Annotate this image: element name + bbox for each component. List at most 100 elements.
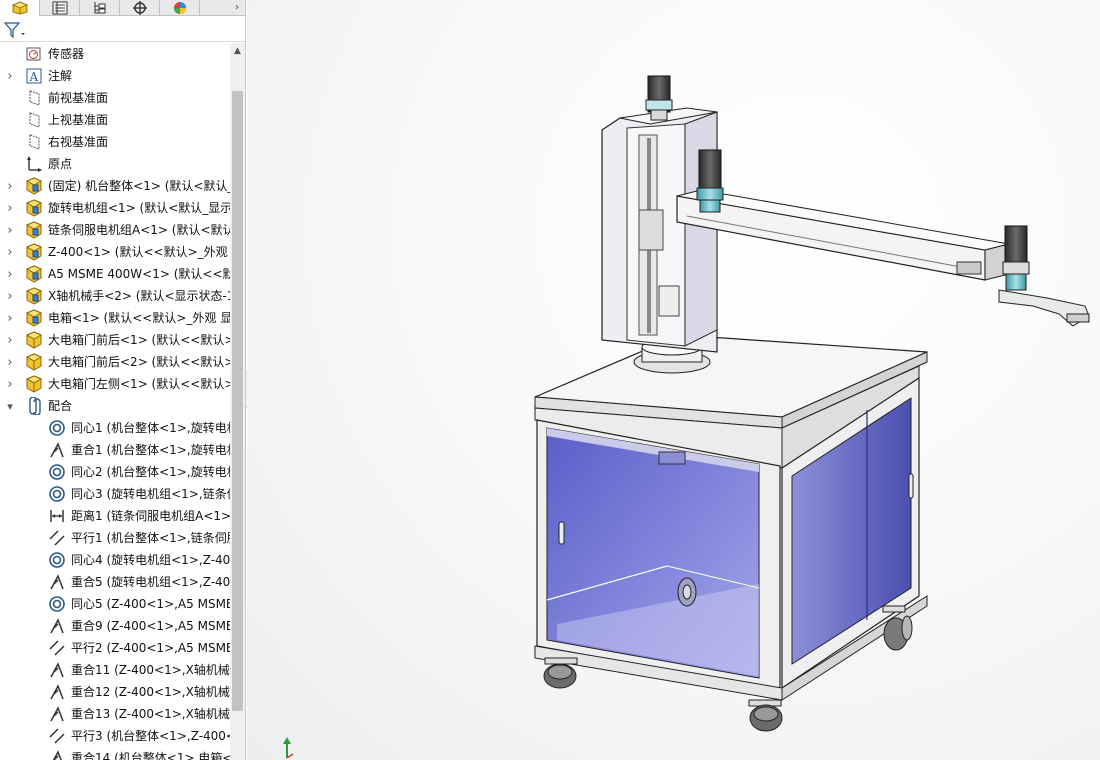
- expand-arrow-icon[interactable]: ›: [5, 219, 15, 241]
- expand-arrow-icon[interactable]: ›: [5, 241, 15, 263]
- mate-label: 同心2 (机台整体<1>,旋转电机: [71, 465, 230, 479]
- tree-item[interactable]: 传感器: [0, 43, 230, 65]
- tab-display-manager[interactable]: [160, 0, 200, 16]
- expand-arrow-icon[interactable]: ›: [5, 285, 15, 307]
- sensor-icon: [25, 45, 43, 63]
- mate-label: 重合11 (Z-400<1>,X轴机械手: [71, 663, 230, 677]
- tree-item[interactable]: › Z-400<1> (默认<<默认>_外观 显: [0, 241, 230, 263]
- expand-arrow-icon[interactable]: ›: [5, 65, 15, 87]
- tree-item-label: 传感器: [48, 47, 85, 61]
- feature-manager-panel: › 传感器 › A 注解 前视基准面 上视基准面 右视基准面原点 › (固定) 机台整体<1> …: [0, 0, 246, 760]
- tab-feature-manager[interactable]: [0, 0, 40, 16]
- mate-item[interactable]: 同心2 (机台整体<1>,旋转电机: [0, 461, 230, 483]
- tree-item-label: (固定) 机台整体<1> (默认<默认_显: [48, 179, 230, 193]
- mate-item[interactable]: 重合14 (机台整体<1>,电箱<1: [0, 747, 230, 760]
- mate-label: 同心5 (Z-400<1>,A5 MSME: [71, 597, 230, 611]
- mate-label: 重合13 (Z-400<1>,X轴机械手: [71, 707, 230, 721]
- tree-item[interactable]: 前视基准面: [0, 87, 230, 109]
- mate-item[interactable]: 同心1 (机台整体<1>,旋转电机: [0, 417, 230, 439]
- tab-property-manager[interactable]: [40, 0, 80, 16]
- tree-scrollbar[interactable]: ▲: [230, 43, 245, 760]
- mate-label: 同心1 (机台整体<1>,旋转电机: [71, 421, 230, 435]
- tab-configuration-manager[interactable]: [80, 0, 120, 16]
- assembly-icon: [25, 265, 43, 283]
- mate-item[interactable]: 距离1 (链条伺服电机组A<1>,: [0, 505, 230, 527]
- tree-item[interactable]: › 链条伺服电机组A<1> (默认<默认_: [0, 219, 230, 241]
- assembly-icon: [25, 309, 43, 327]
- tree-item-label: Z-400<1> (默认<<默认>_外观 显: [48, 245, 230, 259]
- concentric-mate-icon: [48, 463, 66, 481]
- tree-item[interactable]: › A 注解: [0, 65, 230, 87]
- mate-item[interactable]: 同心4 (旋转电机组<1>,Z-400: [0, 549, 230, 571]
- expand-arrow-icon[interactable]: ›: [5, 197, 15, 219]
- tree-item[interactable]: › 大电箱门前后<2> (默认<<默认>_: [0, 351, 230, 373]
- tree-item-label: 旋转电机组<1> (默认<默认_显示状: [48, 201, 230, 215]
- origin-icon: [25, 155, 43, 173]
- mates-icon: [25, 397, 43, 415]
- mate-label: 同心4 (旋转电机组<1>,Z-400: [71, 553, 230, 567]
- display-manager-icon: [173, 2, 186, 14]
- plane-icon: [25, 111, 43, 129]
- plane-icon: [25, 89, 43, 107]
- assembly-icon: [25, 221, 43, 239]
- mate-item[interactable]: 重合1 (机台整体<1>,旋转电机: [0, 439, 230, 461]
- tree-item[interactable]: › A5 MSME 400W<1> (默认<<默: [0, 263, 230, 285]
- mate-item[interactable]: 同心5 (Z-400<1>,A5 MSME: [0, 593, 230, 615]
- tree-item-label: 大电箱门前后<1> (默认<<默认>_: [48, 333, 230, 347]
- assembly-icon: [25, 243, 43, 261]
- expand-arrow-icon[interactable]: ›: [5, 373, 15, 395]
- filter-button[interactable]: [3, 20, 33, 40]
- mate-label: 重合14 (机台整体<1>,电箱<1: [71, 751, 230, 760]
- mate-item[interactable]: 平行1 (机台整体<1>,链条伺服: [0, 527, 230, 549]
- tree-item[interactable]: › 大电箱门前后<1> (默认<<默认>_: [0, 329, 230, 351]
- collapse-arrow-icon[interactable]: ▾: [5, 395, 15, 417]
- mate-item[interactable]: 平行2 (Z-400<1>,A5 MSME: [0, 637, 230, 659]
- tree-item[interactable]: › 电箱<1> (默认<<默认>_外观 显示: [0, 307, 230, 329]
- tree-item-label: 大电箱门前后<2> (默认<<默认>_: [48, 355, 230, 369]
- tree-item[interactable]: › (固定) 机台整体<1> (默认<默认_显: [0, 175, 230, 197]
- triad-icon: [283, 737, 294, 759]
- mate-label: 重合1 (机台整体<1>,旋转电机: [71, 443, 230, 457]
- tree-item[interactable]: 右视基准面: [0, 131, 230, 153]
- part-icon: [25, 331, 43, 349]
- expand-arrow-icon[interactable]: ›: [5, 307, 15, 329]
- expand-arrow-icon[interactable]: ›: [5, 175, 15, 197]
- mate-item[interactable]: 平行3 (机台整体<1>,Z-400<1: [0, 725, 230, 747]
- tree-item-label: 注解: [48, 69, 73, 83]
- expand-arrow-icon[interactable]: ›: [5, 351, 15, 373]
- coincident-mate-icon: [48, 617, 66, 635]
- tab-dimxpert-manager[interactable]: [120, 0, 160, 16]
- tree-item-label: 原点: [48, 157, 73, 171]
- concentric-mate-icon: [48, 419, 66, 437]
- scroll-up-arrow-icon[interactable]: ▲: [230, 43, 245, 59]
- tree-item[interactable]: 上视基准面: [0, 109, 230, 131]
- tree-item[interactable]: ▾ 配合: [0, 395, 230, 417]
- graphics-area[interactable]: [247, 0, 1100, 760]
- mate-item[interactable]: 重合9 (Z-400<1>,A5 MSME: [0, 615, 230, 637]
- tree-item[interactable]: › 大电箱门左侧<1> (默认<<默认>_: [0, 373, 230, 395]
- mate-label: 平行2 (Z-400<1>,A5 MSME: [71, 641, 230, 655]
- parallel-mate-icon: [48, 529, 66, 547]
- scrollbar-thumb[interactable]: [232, 91, 243, 711]
- tree-item[interactable]: › X轴机械手<2> (默认<显示状态-1: [0, 285, 230, 307]
- mate-label: 平行1 (机台整体<1>,链条伺服: [71, 531, 230, 545]
- mate-item[interactable]: 重合11 (Z-400<1>,X轴机械手: [0, 659, 230, 681]
- tree-item-label: 配合: [48, 399, 73, 413]
- tree-item[interactable]: 原点: [0, 153, 230, 175]
- expand-arrow-icon[interactable]: ›: [5, 329, 15, 351]
- assembly-3d-model[interactable]: [247, 0, 1100, 760]
- mate-label: 重合12 (Z-400<1>,X轴机械手: [71, 685, 230, 699]
- tree-item[interactable]: › 旋转电机组<1> (默认<默认_显示状: [0, 197, 230, 219]
- mate-label: 重合5 (旋转电机组<1>,Z-400: [71, 575, 230, 589]
- tree-item-label: 大电箱门左侧<1> (默认<<默认>_: [48, 377, 230, 391]
- parallel-mate-icon: [48, 727, 66, 745]
- mate-item[interactable]: 同心3 (旋转电机组<1>,链条伺: [0, 483, 230, 505]
- mate-item[interactable]: 重合5 (旋转电机组<1>,Z-400: [0, 571, 230, 593]
- part-icon: [25, 353, 43, 371]
- tab-overflow-arrow-icon[interactable]: ›: [230, 0, 244, 14]
- expand-arrow-icon[interactable]: ›: [5, 263, 15, 285]
- mate-item[interactable]: 重合12 (Z-400<1>,X轴机械手: [0, 681, 230, 703]
- filter-bar: [0, 18, 245, 42]
- coincident-mate-icon: [48, 441, 66, 459]
- mate-item[interactable]: 重合13 (Z-400<1>,X轴机械手: [0, 703, 230, 725]
